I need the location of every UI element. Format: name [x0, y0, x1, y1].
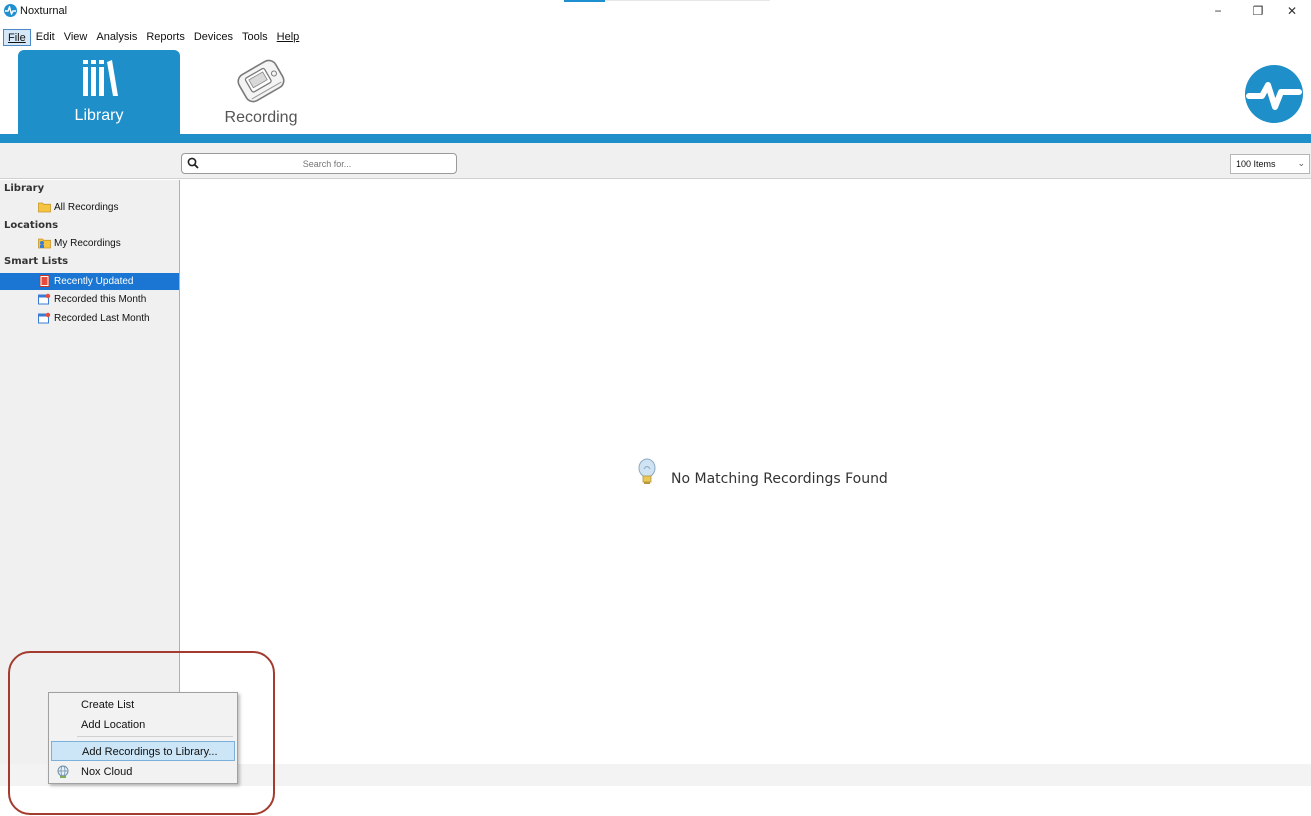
tab-library-label: Library — [74, 107, 124, 124]
empty-state-message: No Matching Recordings Found — [671, 471, 888, 487]
calendar-icon — [38, 293, 51, 305]
menu-edit[interactable]: Edit — [32, 29, 59, 46]
sidebar-header-library: Library — [4, 183, 45, 194]
sidebar-item-label: My Recordings — [54, 238, 121, 249]
sidebar-header-smart-lists: Smart Lists — [4, 256, 69, 267]
nox-brand-logo-icon — [1245, 65, 1303, 123]
sidebar-item-label: Recorded this Month — [54, 294, 147, 305]
title-bar: Noxturnal − ❐ ✕ — [0, 0, 1311, 21]
menu-file[interactable]: File — [3, 28, 31, 46]
menu-analysis[interactable]: Analysis — [92, 29, 141, 46]
folder-icon — [38, 202, 51, 213]
sidebar-item-recently-updated[interactable]: Recently Updated — [0, 273, 179, 290]
close-icon: ✕ — [1286, 3, 1298, 18]
menu-analysis-label: Analysis — [96, 30, 138, 43]
sidebar-item-recorded-this-month[interactable]: Recorded this Month — [0, 291, 179, 308]
search-input[interactable] — [204, 156, 450, 171]
restore-icon: ❐ — [1252, 3, 1264, 18]
tab-library[interactable]: Library — [18, 50, 180, 136]
minimize-icon: − — [1214, 3, 1222, 18]
sidebar-item-all-recordings[interactable]: All Recordings — [0, 199, 179, 216]
sidebar-item-my-recordings[interactable]: My Recordings — [0, 235, 179, 252]
menu-file-label: File — [8, 31, 26, 44]
library-books-icon — [83, 60, 118, 96]
menu-bar: File Edit View Analysis Reports Devices … — [0, 28, 1311, 46]
items-per-page-select[interactable]: 100 Items ⌄ — [1230, 154, 1310, 174]
menu-view-label: View — [63, 30, 88, 43]
menu-reports-label: Reports — [146, 30, 185, 43]
items-select-value: 100 Items — [1236, 159, 1276, 169]
sidebar-item-label: Recorded Last Month — [54, 313, 150, 324]
search-box[interactable] — [181, 153, 457, 174]
sidebar-item-label: All Recordings — [54, 202, 119, 213]
ribbon-accent-line — [0, 134, 1311, 143]
search-icon — [187, 157, 199, 169]
calendar-icon — [38, 312, 51, 324]
menu-tools[interactable]: Tools — [238, 29, 272, 46]
recording-device-icon — [237, 59, 285, 103]
user-folder-icon — [38, 238, 51, 249]
window-title: Noxturnal — [20, 5, 68, 17]
highlight-annotation — [8, 651, 275, 815]
sidebar-item-recorded-last-month[interactable]: Recorded Last Month — [0, 310, 179, 327]
menu-view[interactable]: View — [60, 29, 92, 46]
tab-recording-label: Recording — [224, 109, 298, 126]
tab-recording[interactable]: Recording — [196, 50, 326, 134]
minimize-button[interactable]: − — [1198, 0, 1238, 21]
lightbulb-icon — [638, 458, 656, 484]
recent-list-icon — [39, 275, 50, 287]
menu-edit-label: Edit — [35, 30, 55, 43]
chevron-down-icon: ⌄ — [1297, 158, 1305, 168]
menu-help[interactable]: Help — [273, 29, 304, 46]
menu-devices-label: Devices — [193, 30, 233, 43]
menu-tools-label: Tools — [241, 30, 268, 43]
title-accent-bar — [564, 0, 605, 2]
menu-reports[interactable]: Reports — [142, 29, 189, 46]
sidebar-item-label: Recently Updated — [54, 276, 134, 287]
noxturnal-logo-icon — [4, 4, 17, 17]
menu-help-label: Help — [276, 30, 300, 43]
close-button[interactable]: ✕ — [1272, 0, 1311, 21]
sidebar-header-locations: Locations — [4, 220, 59, 231]
title-accent-bar-light — [605, 0, 770, 1]
menu-devices[interactable]: Devices — [190, 29, 237, 46]
